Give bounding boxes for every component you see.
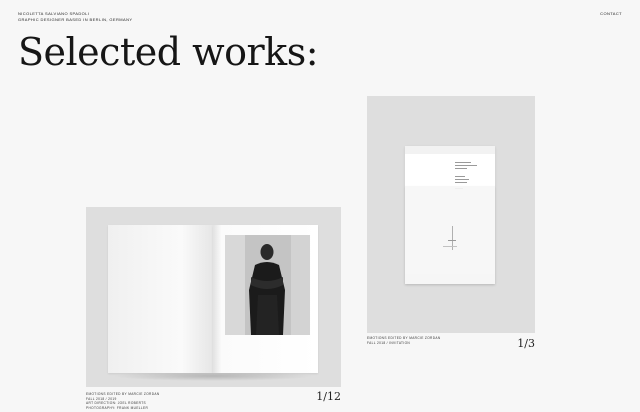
work-caption: Emotions edited by Marcie Zordan Fall 20…: [86, 392, 159, 410]
portrait-figure: [225, 235, 310, 335]
magazine-right-page: [213, 225, 318, 373]
slide-counter: 1/3: [517, 337, 535, 350]
work-image-magazine[interactable]: [86, 207, 341, 387]
envelope-front: [405, 186, 495, 284]
caption-line: Fall 2018 / Invitation: [367, 340, 411, 345]
magazine-left-page: [108, 225, 213, 373]
caption-line: Emotions edited by Marcie Zordan: [86, 392, 160, 396]
caption-line: Emotions edited by Marcie Zordan: [367, 336, 441, 340]
work-caption: Emotions edited by Marcie Zordan Fall 20…: [367, 336, 440, 345]
page-title: Selected works:: [18, 30, 319, 74]
work-image-invitation[interactable]: [367, 96, 535, 333]
magazine-spread: [108, 225, 318, 381]
designer-role: Graphic designer based in Berlin, German…: [18, 16, 133, 22]
contact-link[interactable]: Contact: [600, 11, 622, 16]
portrait-photo: [225, 235, 310, 335]
slide-counter: 1/12: [316, 390, 341, 403]
work-item-invitation[interactable]: Emotions edited by Marcie Zordan Fall 20…: [367, 96, 535, 351]
site-header: Nicoletta Salviano Spadoli Graphic desig…: [18, 11, 132, 22]
work-item-magazine[interactable]: Emotions edited by Marcie Zordan Fall 20…: [86, 207, 341, 412]
caption-line: Photography: Frank Mueller: [86, 405, 149, 410]
